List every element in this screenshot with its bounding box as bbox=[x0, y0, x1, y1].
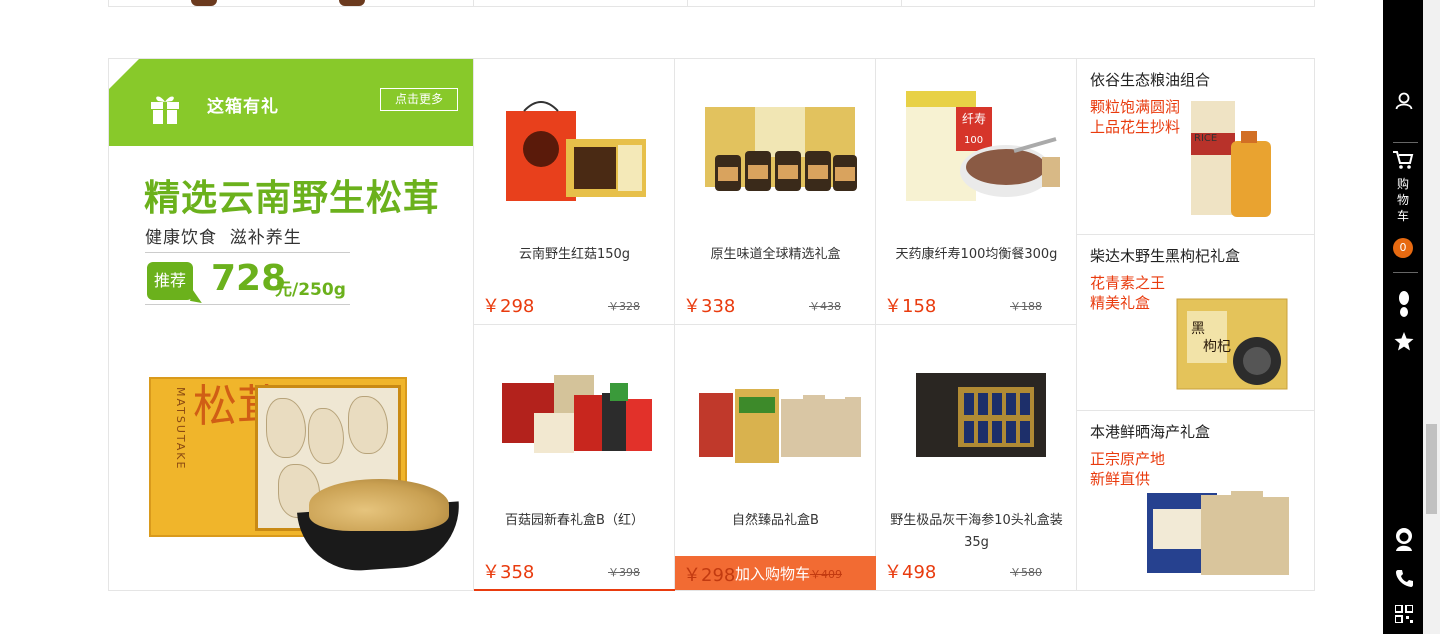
product-name[interactable]: 百菇园新春礼盒B（红） bbox=[474, 510, 675, 532]
promo-panel[interactable]: 这箱有礼 点击更多 精选云南野生松茸 健康饮食 滋补养生 推荐 728 元/25… bbox=[109, 59, 474, 590]
divider bbox=[145, 252, 350, 253]
mushroom-slice bbox=[308, 408, 344, 464]
product-card[interactable]: 云南野生红菇150g ￥298 ￥328 bbox=[474, 59, 675, 325]
featured-card[interactable]: 柴达木野生黑枸杞礼盒 花青素之王 精美礼盒 黑 枸杞 bbox=[1077, 235, 1314, 411]
product-image bbox=[916, 373, 1046, 457]
product-price: ￥298 bbox=[482, 296, 535, 317]
svg-text:RICE: RICE bbox=[1194, 133, 1217, 144]
page: 这箱有礼 点击更多 精选云南野生松茸 健康饮食 滋补养生 推荐 728 元/25… bbox=[0, 0, 1440, 634]
product-old-price: ￥409 bbox=[810, 568, 842, 581]
previous-floor-image-edge bbox=[191, 0, 217, 6]
featured-name[interactable]: 依谷生态粮油组合 bbox=[1090, 69, 1210, 90]
user-icon[interactable] bbox=[1395, 92, 1413, 110]
cart-icon bbox=[1393, 151, 1414, 169]
cart-count-badge: 0 bbox=[1393, 238, 1413, 258]
recommend-badge: 推荐 bbox=[147, 262, 193, 300]
featured-tagline: 花青素之王 bbox=[1090, 274, 1166, 292]
featured-name[interactable]: 本港鲜晒海产礼盒 bbox=[1090, 421, 1210, 442]
featured-name[interactable]: 柴达木野生黑枸杞礼盒 bbox=[1090, 245, 1240, 266]
promo-subline: 健康饮食 滋补养生 bbox=[145, 228, 302, 248]
qrcode-icon[interactable] bbox=[1395, 605, 1413, 623]
footprint-icon[interactable] bbox=[1397, 290, 1411, 318]
add-to-cart-button[interactable]: 加入购物车 bbox=[735, 563, 810, 584]
product-old-price: ￥398 bbox=[608, 566, 640, 579]
floor-title: 这箱有礼 bbox=[207, 97, 279, 117]
scrollbar-thumb[interactable] bbox=[1426, 424, 1437, 514]
featured-image: 黑 枸杞 bbox=[1176, 298, 1288, 390]
phone-icon[interactable] bbox=[1395, 569, 1413, 587]
product-image bbox=[502, 375, 652, 453]
gift-floor: 这箱有礼 点击更多 精选云南野生松茸 健康饮食 滋补养生 推荐 728 元/25… bbox=[108, 58, 1315, 591]
add-to-cart-bar[interactable]: ￥298 ￥409 加入购物车 bbox=[675, 556, 876, 590]
product-old-price: ￥438 bbox=[809, 300, 841, 313]
product-name[interactable]: 野生极品灰干海参10头礼盒装35g bbox=[876, 510, 1077, 554]
divider bbox=[1314, 0, 1315, 7]
product-card[interactable]: 野生极品灰干海参10头礼盒装35g ￥498 ￥580 bbox=[876, 325, 1077, 591]
hover-underline bbox=[474, 589, 675, 591]
featured-image bbox=[1147, 491, 1289, 575]
product-old-price: ￥188 bbox=[1010, 300, 1042, 313]
product-price: ￥158 bbox=[884, 296, 937, 317]
divider bbox=[473, 0, 474, 7]
featured-tagline: 正宗原产地 bbox=[1090, 450, 1166, 468]
box-label-vertical: MATSUTAKE bbox=[174, 387, 187, 471]
product-image: 纤寿 100 bbox=[906, 91, 1060, 201]
featured-image: RICE bbox=[1191, 101, 1271, 217]
product-image bbox=[506, 101, 646, 201]
featured-tagline: 上品花生抄料 bbox=[1090, 118, 1181, 136]
product-image bbox=[705, 107, 857, 191]
divider bbox=[1393, 272, 1418, 273]
product-old-price: ￥328 bbox=[608, 300, 640, 313]
product-name[interactable]: 自然臻品礼盒B bbox=[675, 510, 876, 532]
product-name[interactable]: 原生味道全球精选礼盒 bbox=[675, 244, 876, 266]
dried-mushrooms-image bbox=[309, 479, 449, 531]
featured-tagline: 颗粒饱满圆润 bbox=[1090, 98, 1181, 116]
featured-card[interactable]: 本港鲜晒海产礼盒 正宗原产地 新鲜直供 bbox=[1077, 411, 1314, 590]
product-card[interactable]: 自然臻品礼盒B ￥298 ￥409 加入购物车 bbox=[675, 325, 876, 591]
product-card[interactable]: 原生味道全球精选礼盒 ￥338 ￥438 bbox=[675, 59, 876, 325]
mushroom-slice bbox=[348, 396, 388, 454]
featured-card[interactable]: 依谷生态粮油组合 颗粒饱满圆润 上品花生抄料 RICE bbox=[1077, 59, 1314, 235]
product-price: ￥358 bbox=[482, 562, 535, 583]
service-icon[interactable] bbox=[1394, 527, 1414, 551]
featured-tagline: 精美礼盒 bbox=[1090, 294, 1151, 312]
sidebar: 购物车 0 bbox=[1383, 0, 1423, 634]
product-price: ￥498 bbox=[884, 562, 937, 583]
svg-text:纤寿: 纤寿 bbox=[962, 112, 986, 126]
svg-text:枸杞: 枸杞 bbox=[1203, 339, 1231, 355]
svg-text:100: 100 bbox=[964, 135, 983, 146]
previous-floor-edge bbox=[108, 0, 1315, 7]
scrollbar[interactable] bbox=[1423, 0, 1440, 634]
product-price: ￥298 bbox=[683, 565, 736, 586]
product-image bbox=[699, 389, 861, 463]
product-name[interactable]: 天药康纤寿100均衡餐300g bbox=[876, 244, 1077, 266]
promo-price-unit: 元/250g bbox=[275, 280, 346, 300]
mushroom-slice bbox=[266, 398, 306, 458]
previous-floor-image-edge bbox=[339, 0, 365, 6]
divider bbox=[901, 0, 902, 7]
product-old-price: ￥580 bbox=[1010, 566, 1042, 579]
divider bbox=[1393, 142, 1418, 143]
cart-button[interactable]: 购物车 bbox=[1383, 150, 1423, 224]
more-button[interactable]: 点击更多 bbox=[380, 88, 458, 111]
star-icon[interactable] bbox=[1394, 332, 1414, 351]
gift-icon bbox=[151, 96, 179, 124]
product-card[interactable]: 百菇园新春礼盒B（红） ￥358 ￥398 bbox=[474, 325, 675, 591]
cart-label: 购物车 bbox=[1396, 177, 1409, 223]
divider bbox=[687, 0, 688, 7]
promo-headline: 精选云南野生松茸 bbox=[144, 178, 441, 219]
product-name[interactable]: 云南野生红菇150g bbox=[474, 244, 675, 266]
svg-text:黑: 黑 bbox=[1191, 321, 1205, 337]
product-price: ￥338 bbox=[683, 296, 736, 317]
product-card[interactable]: 纤寿 100 天药康纤寿100均衡餐300g ￥158 ￥188 bbox=[876, 59, 1077, 325]
divider bbox=[145, 304, 350, 305]
